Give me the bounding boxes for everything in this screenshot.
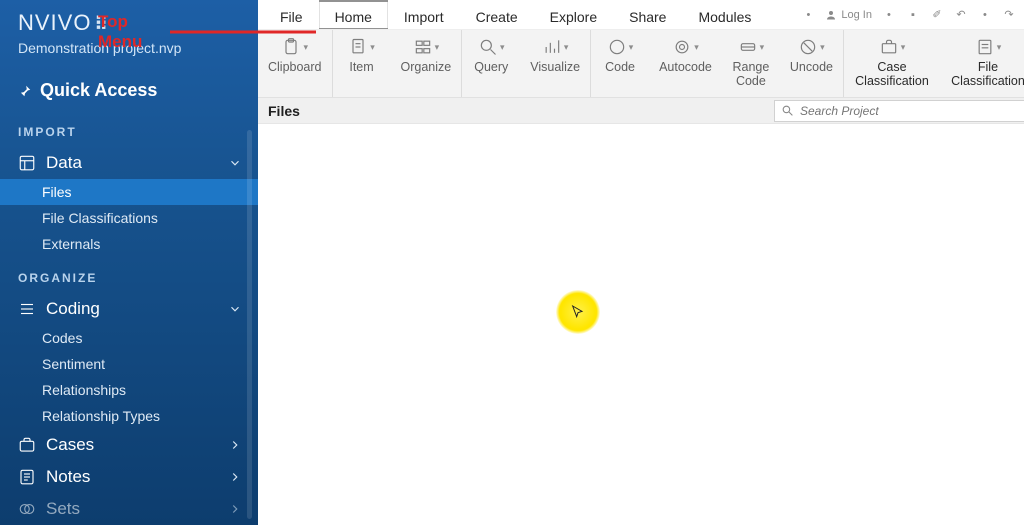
project-name: Demonstration project.nvp bbox=[0, 40, 258, 74]
sidebar-item-codes[interactable]: Codes bbox=[0, 325, 258, 351]
tab-import[interactable]: Import bbox=[388, 0, 460, 29]
ribbon-item[interactable]: ▾Item bbox=[333, 30, 391, 97]
ribbon-label: Organize bbox=[401, 60, 452, 74]
visualize-icon bbox=[542, 37, 562, 57]
login-label: Log In bbox=[841, 9, 872, 21]
ribbon-code[interactable]: ▾Code bbox=[591, 30, 649, 97]
quick-access[interactable]: Quick Access bbox=[0, 74, 258, 111]
sets-icon bbox=[18, 500, 36, 518]
coding-icon bbox=[18, 300, 36, 318]
nav-group-data[interactable]: Data bbox=[0, 147, 258, 179]
save-icon[interactable]: ▪ bbox=[906, 9, 920, 21]
data-icon bbox=[18, 154, 36, 172]
chevron-down-icon bbox=[228, 156, 242, 170]
cases-icon bbox=[18, 436, 36, 454]
ribbon-label: Code bbox=[605, 60, 635, 74]
ribbon-label: Item bbox=[349, 60, 373, 74]
ribbon-rangecode[interactable]: ▾Range Code bbox=[722, 30, 780, 97]
search-project[interactable] bbox=[774, 100, 1024, 122]
nav-group-data-label: Data bbox=[46, 153, 82, 173]
tool-icon-1[interactable]: • bbox=[882, 9, 896, 21]
tab-share[interactable]: Share bbox=[613, 0, 682, 29]
ribbon-query[interactable]: ▾Query bbox=[462, 30, 520, 97]
notes-icon bbox=[18, 468, 36, 486]
ribbon-uncode[interactable]: ▾Uncode bbox=[780, 30, 844, 97]
nav-group-coding-label: Coding bbox=[46, 299, 100, 319]
tab-explore[interactable]: Explore bbox=[534, 0, 613, 29]
search-icon bbox=[781, 104, 794, 117]
ribbon-label: Uncode bbox=[790, 60, 833, 74]
menu-right-tools: • Log In • ▪ ✐ ↶ • ↷ • ? ▭ bbox=[801, 0, 1024, 29]
main-area: File Home Import Create Explore Share Mo… bbox=[258, 0, 1024, 525]
content-canvas bbox=[258, 124, 1024, 525]
chevron-down-icon bbox=[228, 302, 242, 316]
nav-group-notes-label: Notes bbox=[46, 467, 90, 487]
ribbon-caseclass[interactable]: ▾Case Classification bbox=[844, 30, 940, 97]
sidebar-item-sentiment[interactable]: Sentiment bbox=[0, 351, 258, 377]
sidebar-item-externals[interactable]: Externals bbox=[0, 231, 258, 257]
tab-modules[interactable]: Modules bbox=[682, 0, 767, 29]
ribbon-label: Case Classification bbox=[855, 60, 929, 89]
brand-dots-icon: ⠿ bbox=[91, 14, 105, 34]
ribbon-label: Range Code bbox=[732, 60, 769, 89]
sidebar-scrollbar[interactable] bbox=[247, 130, 252, 519]
ribbon-visualize[interactable]: ▾Visualize bbox=[520, 30, 591, 97]
pin-icon bbox=[18, 84, 32, 98]
nav-group-cases[interactable]: Cases bbox=[0, 429, 258, 461]
nav-group-cases-label: Cases bbox=[46, 435, 94, 455]
caseclass-icon bbox=[879, 37, 899, 57]
ribbon-label: Clipboard bbox=[268, 60, 322, 74]
tool-icon-2[interactable]: ✐ bbox=[930, 8, 944, 21]
tab-home[interactable]: Home bbox=[319, 0, 388, 29]
sidebar-item-files[interactable]: Files bbox=[0, 179, 258, 205]
nav-group-sets[interactable]: Sets bbox=[0, 493, 258, 525]
tab-file[interactable]: File bbox=[258, 0, 319, 29]
sidebar: NVIVO ⠿ Top Menu Demonstration project.n… bbox=[0, 0, 258, 525]
ribbon-autocode[interactable]: ▾Autocode bbox=[649, 30, 722, 97]
tab-create[interactable]: Create bbox=[460, 0, 534, 29]
ribbon-label: Query bbox=[474, 60, 508, 74]
undo-icon[interactable]: ↶ bbox=[954, 8, 968, 21]
chevron-right-icon bbox=[228, 502, 242, 516]
chevron-right-icon bbox=[228, 470, 242, 484]
ribbon-fileclass[interactable]: ▾File Classification bbox=[940, 30, 1024, 97]
item-icon bbox=[348, 37, 368, 57]
rangecode-icon bbox=[738, 37, 758, 57]
ribbon-clipboard[interactable]: ▾Clipboard bbox=[258, 30, 333, 97]
sidebar-item-relationships[interactable]: Relationships bbox=[0, 377, 258, 403]
ribbon-label: File Classification bbox=[951, 60, 1024, 89]
organize-icon bbox=[413, 37, 433, 57]
ribbon-label: Autocode bbox=[659, 60, 712, 74]
uncode-icon bbox=[798, 37, 818, 57]
ribbon-label: Visualize bbox=[530, 60, 580, 74]
fileclass-icon bbox=[975, 37, 995, 57]
content-header: Files bbox=[258, 98, 1024, 124]
section-import-label: IMPORT bbox=[0, 111, 258, 147]
section-organize-label: ORGANIZE bbox=[0, 257, 258, 293]
clipboard-icon bbox=[281, 37, 301, 57]
sidebar-item-relationship-types[interactable]: Relationship Types bbox=[0, 403, 258, 429]
nav-group-notes[interactable]: Notes bbox=[0, 461, 258, 493]
top-menu: File Home Import Create Explore Share Mo… bbox=[258, 0, 1024, 30]
brand-logo: NVIVO ⠿ bbox=[0, 10, 258, 40]
tool-icon-3[interactable]: • bbox=[978, 9, 992, 21]
chevron-right-icon bbox=[228, 438, 242, 452]
content-title: Files bbox=[268, 103, 300, 119]
dot-icon[interactable]: • bbox=[801, 9, 815, 21]
brand-text: NVIVO bbox=[18, 10, 91, 35]
sidebar-item-file-classifications[interactable]: File Classifications bbox=[0, 205, 258, 231]
quick-access-label: Quick Access bbox=[40, 80, 157, 101]
nav-group-sets-label: Sets bbox=[46, 499, 80, 519]
autocode-icon bbox=[672, 37, 692, 57]
code-icon bbox=[607, 37, 627, 57]
ribbon: ▾Clipboard▾Item▾Organize▾Query▾Visualize… bbox=[258, 30, 1024, 98]
redo-icon[interactable]: ↷ bbox=[1002, 8, 1016, 21]
search-input[interactable] bbox=[800, 101, 1024, 121]
query-icon bbox=[478, 37, 498, 57]
ribbon-organize[interactable]: ▾Organize bbox=[391, 30, 463, 97]
nav-group-coding[interactable]: Coding bbox=[0, 293, 258, 325]
login-button[interactable]: Log In bbox=[825, 9, 872, 21]
cursor-highlight bbox=[556, 290, 600, 334]
